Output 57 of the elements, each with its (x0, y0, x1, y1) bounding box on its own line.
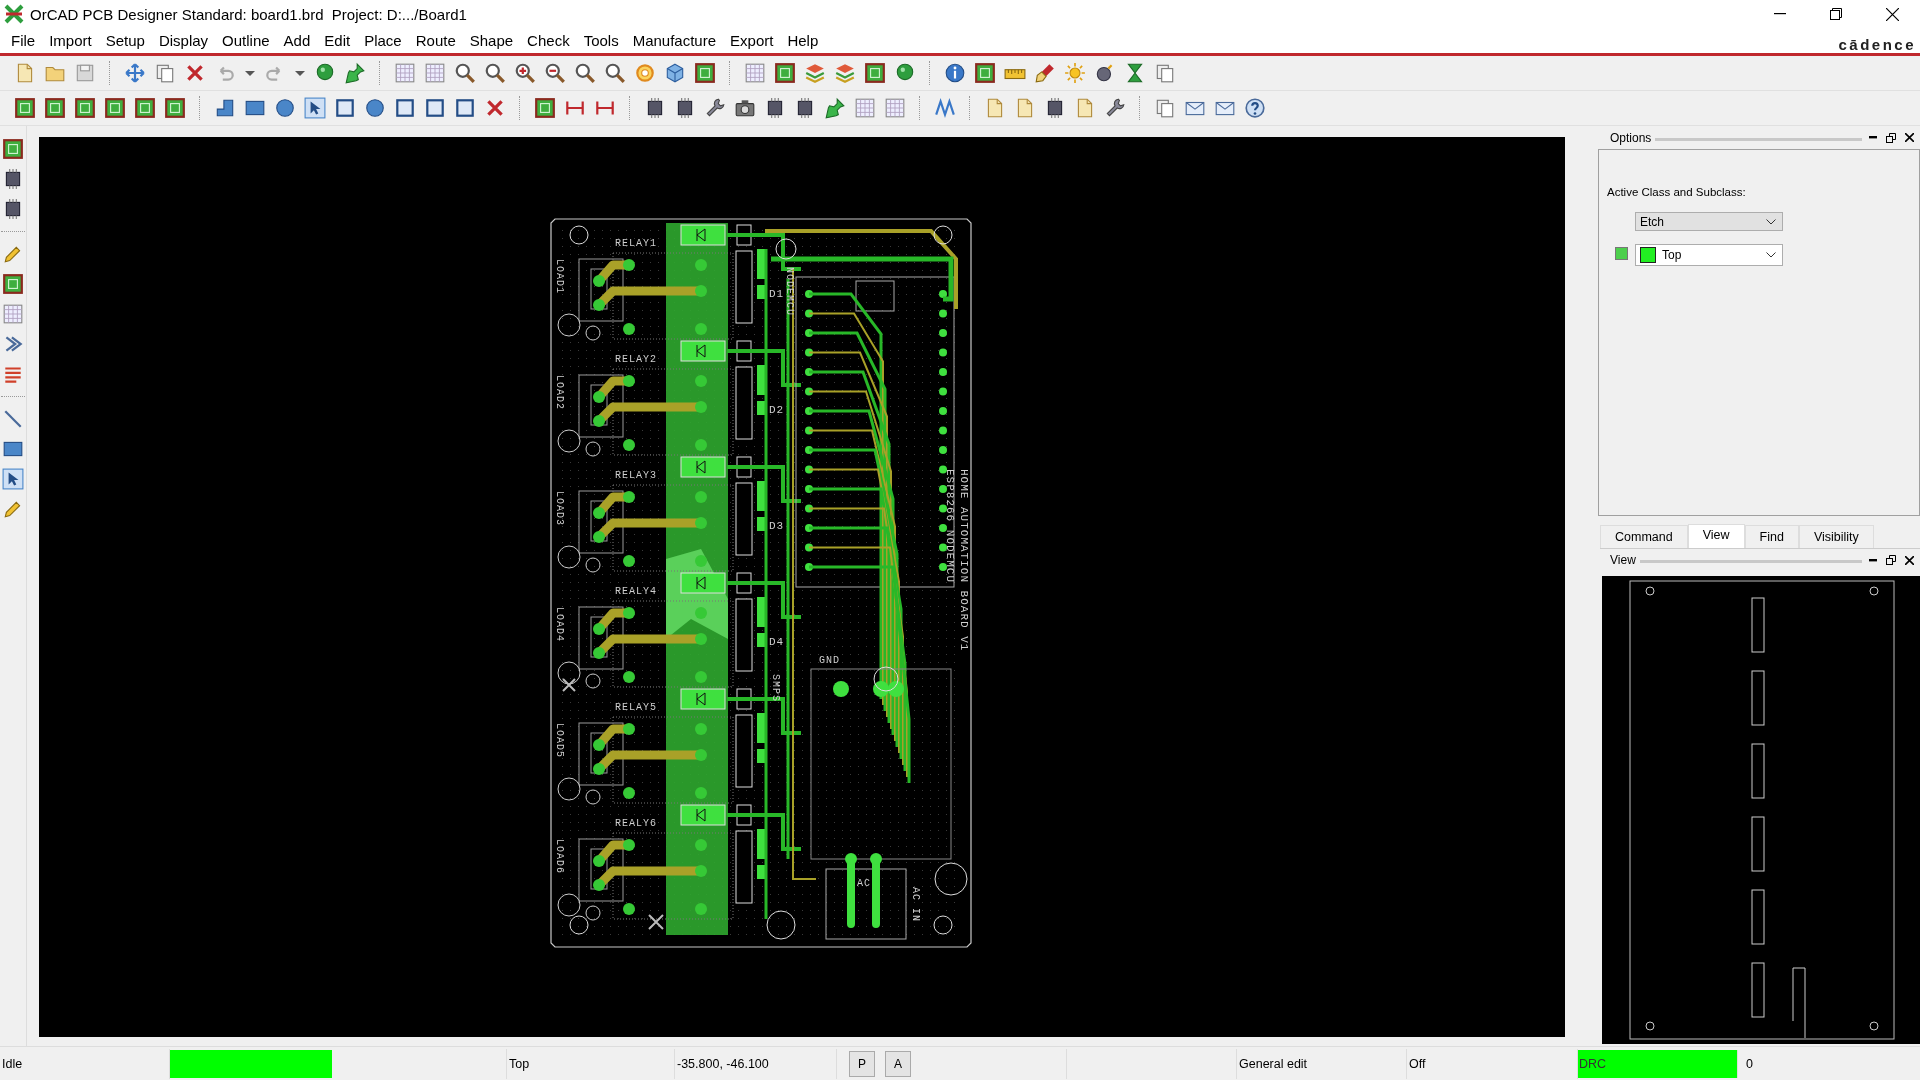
subclass-dropdown[interactable]: Top (1635, 244, 1783, 267)
brand-logo: cādence (1838, 36, 1916, 53)
panel-title: View (1610, 553, 1636, 568)
coordinates-text: -35.800, -46.100 (675, 1048, 837, 1079)
silkscreen-label: LOAD4 (554, 607, 565, 642)
menu-item[interactable]: Check (520, 29, 577, 52)
silkscreen-label: NODEMCU (784, 267, 795, 316)
silkscreen-label: RELAY3 (615, 470, 657, 481)
silkscreen-label: RELAY5 (615, 702, 657, 713)
menu-item[interactable]: Shape (462, 29, 521, 52)
silkscreen-label: LOAD1 (554, 259, 565, 294)
menu-item[interactable]: Route (408, 29, 463, 52)
snap-toggle-button[interactable]: A (885, 1050, 911, 1077)
silkscreen-label: D3 (769, 520, 785, 532)
menu-item[interactable]: Help (780, 29, 826, 52)
class-dropdown[interactable]: Etch (1635, 212, 1783, 232)
silkscreen-label: LOAD2 (554, 375, 565, 410)
window-title: OrCAD PCB Designer Standard: board1.brd Project: D:.../Board1 (30, 5, 467, 23)
field-label: Active Class and Subclass: (1607, 186, 1746, 199)
menu-item[interactable]: Export (723, 29, 781, 52)
panel-tab[interactable]: Visibility (1798, 524, 1874, 548)
silkscreen-label: REALY4 (615, 586, 657, 597)
panel-tab[interactable]: View (1687, 523, 1745, 548)
menu-item[interactable]: Setup (98, 29, 152, 52)
silkscreen-label: D2 (769, 404, 785, 416)
menu-item[interactable]: Import (42, 29, 99, 52)
menu-item[interactable]: Edit (317, 29, 358, 52)
silkscreen-label: AC (857, 878, 871, 889)
panel-tab[interactable]: Command (1600, 524, 1688, 548)
silkscreen-label: LOAD3 (554, 491, 565, 526)
snap-toggle-button[interactable]: P (849, 1050, 875, 1077)
menu-item[interactable]: File (4, 29, 43, 52)
silkscreen-label: AC IN (910, 887, 921, 922)
silkscreen-label: LOAD6 (554, 839, 565, 874)
design-canvas[interactable]: RELAY1 RELAY2 RELAY3 REALY4 RELAY5 REALY6 LOAD1 LOAD2 LOAD3 LOAD4 LOAD5 LOAD6 D1 D2 D3 D4 HOME AUTOMATION BOARD V1 ESP8266 NODEMCU NODEMCU SMPS GND AC AC IN (39, 137, 1565, 1037)
menu-item[interactable]: Manufacture (625, 29, 724, 52)
silkscreen-label: GND (819, 655, 840, 666)
silkscreen-label: D1 (769, 288, 785, 300)
panel-tab[interactable]: Find (1744, 524, 1799, 548)
silkscreen-label: RELAY1 (615, 238, 657, 249)
mode-text: General edit (1237, 1048, 1407, 1079)
menu-item[interactable]: Add (276, 29, 318, 52)
silkscreen-label: ESP8266 NODEMCU (944, 469, 956, 584)
drc-indicator: DRC (1578, 1049, 1738, 1078)
menu-item[interactable]: Display (151, 29, 216, 52)
drc-count: 0 (1745, 1055, 1754, 1073)
panel-title: Options (1610, 130, 1652, 145)
menu-item[interactable]: Place (357, 29, 409, 52)
active-layer-text: Top (507, 1048, 675, 1079)
menu-item[interactable]: Tools (576, 29, 626, 52)
silkscreen-label: LOAD5 (554, 723, 565, 758)
menu-item[interactable]: Outline (215, 29, 277, 52)
silkscreen-label: D4 (769, 636, 785, 648)
silkscreen-label: HOME AUTOMATION BOARD V1 (958, 469, 970, 652)
silkscreen-label: SMPS (770, 674, 781, 702)
silkscreen-label: REALY6 (615, 818, 657, 829)
silkscreen-label: RELAY2 (615, 354, 657, 365)
